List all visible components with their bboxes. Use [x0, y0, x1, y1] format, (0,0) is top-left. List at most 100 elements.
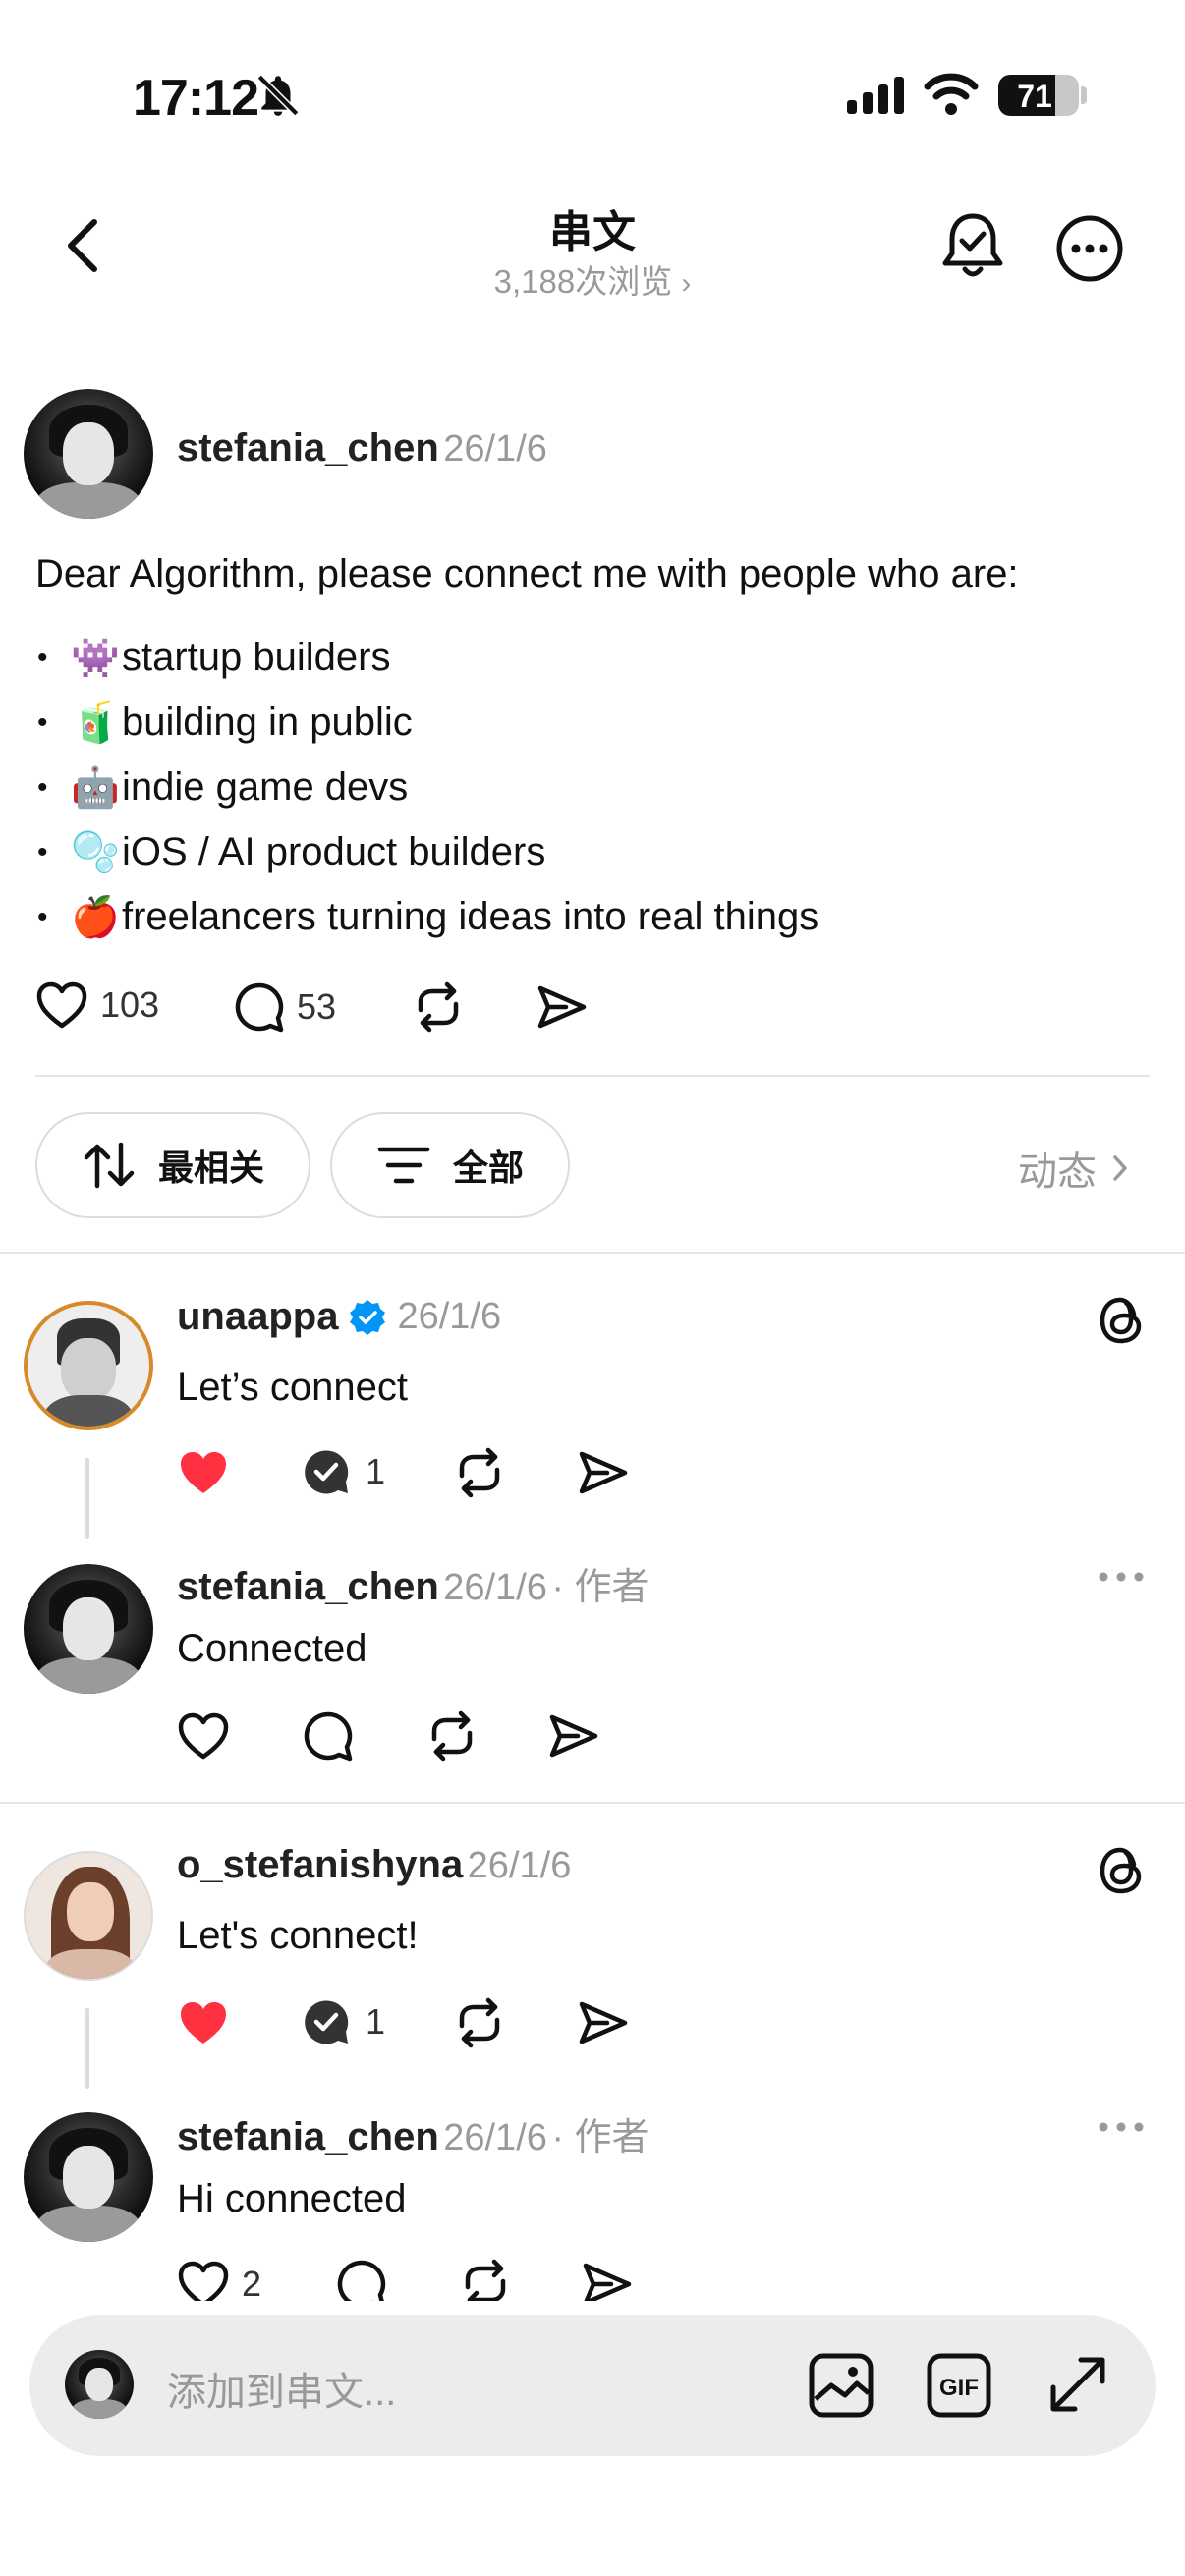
more-dots-icon[interactable]: [1097, 1566, 1146, 1588]
threads-icon[interactable]: [1097, 1843, 1148, 1898]
author-reply-check-icon: [305, 1450, 349, 1494]
filter-icon: [377, 1147, 430, 1184]
composer-avatar: [65, 2350, 134, 2419]
signal-icon: [847, 77, 908, 116]
filter-button[interactable]: 全部: [330, 1112, 570, 1218]
sort-label: 最相关: [157, 1148, 264, 1188]
filter-label: 全部: [452, 1148, 524, 1188]
threads-icon[interactable]: [1097, 1293, 1148, 1348]
chevron-right-icon: ›: [681, 267, 692, 300]
sort-button[interactable]: 最相关: [35, 1112, 310, 1218]
alien-monster-emoji: 👾: [71, 637, 120, 680]
list-item-text: startup builders: [122, 636, 391, 679]
more-icon[interactable]: [1055, 214, 1124, 283]
like-button[interactable]: 103: [35, 980, 159, 1030]
repost-icon[interactable]: [452, 1996, 507, 2049]
apple-emoji: 🍎: [71, 896, 120, 939]
like-count: 103: [100, 984, 160, 1025]
reply-author[interactable]: o_stefanishyna: [177, 1843, 463, 1886]
list-item: • 🤖 indie game devs: [37, 765, 409, 810]
repost-icon[interactable]: [452, 1446, 507, 1499]
author-reply-check-icon: [305, 2000, 349, 2044]
image-icon[interactable]: [808, 2352, 875, 2419]
reply-count: 1: [366, 2001, 386, 2042]
reply-author[interactable]: stefania_chen: [177, 2115, 439, 2158]
gif-icon[interactable]: GIF: [926, 2352, 992, 2419]
reply-author[interactable]: unaappa: [177, 1295, 338, 1339]
comment-icon: [235, 982, 284, 1033]
divider: [35, 1075, 1150, 1077]
share-icon[interactable]: [548, 1711, 599, 1761]
composer-placeholder[interactable]: 添加到串文...: [167, 2360, 396, 2417]
reply-header: unaappa 26/1/6: [177, 1295, 501, 1339]
thread-line: [85, 2008, 89, 2089]
activity-link[interactable]: 动态: [1018, 1140, 1130, 1197]
list-item: • 🧃 building in public: [37, 700, 413, 745]
like-count: 2: [242, 2264, 262, 2304]
reply-text: Hi connected: [177, 2177, 407, 2220]
battery-indicator: 71: [998, 75, 1079, 116]
reply-avatar[interactable]: [24, 1301, 153, 1430]
post-date: 26/1/6: [443, 428, 547, 470]
author-reply-button[interactable]: 1: [301, 1996, 385, 2047]
list-item: • 🫧 iOS / AI product builders: [37, 830, 546, 874]
view-count-link[interactable]: 3,188次浏览 ›: [0, 255, 1185, 303]
reply-text: Let’s connect: [177, 1366, 408, 1409]
activity-label: 动态: [1018, 1150, 1097, 1194]
liked-heart-icon[interactable]: [177, 1998, 230, 2047]
reply-date: 26/1/6: [443, 1567, 547, 1608]
bubbles-emoji: 🫧: [71, 831, 120, 874]
reply-date: 26/1/6: [443, 2117, 547, 2158]
author-reply-button[interactable]: 1: [301, 1446, 385, 1497]
comment-count: 53: [297, 986, 337, 1027]
post-text: Dear Algorithm, please connect me with p…: [35, 552, 1019, 595]
reply-header: stefania_chen 26/1/6 · 作者: [177, 2106, 649, 2160]
page-title: 串文: [549, 208, 636, 256]
more-dots-icon[interactable]: [1097, 2116, 1146, 2138]
author-avatar[interactable]: [24, 389, 153, 519]
share-icon[interactable]: [536, 982, 588, 1032]
notification-bell-icon[interactable]: [939, 210, 1006, 281]
reply-date: 26/1/6: [397, 1296, 502, 1337]
share-icon[interactable]: [578, 1448, 629, 1497]
list-item-text: indie game devs: [122, 765, 409, 809]
expand-icon[interactable]: [1045, 2352, 1110, 2417]
divider: [0, 1252, 1185, 1254]
battery-cap: [1081, 86, 1087, 104]
juice-box-emoji: 🧃: [71, 701, 120, 745]
author-tag: · 作者: [551, 1567, 649, 1608]
reply-avatar[interactable]: [24, 1851, 153, 1981]
share-icon[interactable]: [578, 1998, 629, 2047]
svg-text:GIF: GIF: [939, 2375, 979, 2401]
repost-icon[interactable]: [424, 1709, 480, 1763]
reply-count: 1: [366, 1451, 386, 1491]
reply-header: stefania_chen 26/1/6 · 作者: [177, 1556, 649, 1610]
divider: [0, 1802, 1185, 1804]
list-item-text: freelancers turning ideas into real thin…: [122, 895, 819, 938]
reply-text: Connected: [177, 1627, 367, 1670]
list-item: • 👾 startup builders: [37, 636, 391, 680]
sort-icon: [84, 1142, 135, 1189]
comment-icon[interactable]: [301, 1709, 354, 1763]
post-header: stefania_chen 26/1/6: [177, 426, 547, 471]
robot-emoji: 🤖: [71, 766, 120, 810]
heart-icon[interactable]: [177, 1711, 230, 1761]
reply-author[interactable]: stefania_chen: [177, 1565, 439, 1608]
heart-icon: [36, 981, 87, 1029]
reply-text: Let's connect!: [177, 1914, 419, 1957]
list-item-text: building in public: [122, 700, 413, 744]
liked-heart-icon[interactable]: [177, 1448, 230, 1497]
bell-slash-icon: [254, 71, 303, 120]
list-item-text: iOS / AI product builders: [122, 830, 546, 873]
author-tag: · 作者: [551, 2117, 649, 2158]
reply-avatar[interactable]: [24, 2112, 153, 2242]
comment-button[interactable]: 53: [232, 980, 336, 1034]
wifi-icon: [924, 73, 979, 116]
list-item: • 🍎 freelancers turning ideas into real th…: [37, 895, 819, 939]
post-author[interactable]: stefania_chen: [177, 426, 439, 470]
thread-line: [85, 1458, 89, 1539]
reply-avatar[interactable]: [24, 1564, 153, 1694]
repost-icon[interactable]: [411, 980, 466, 1034]
reply-date: 26/1/6: [467, 1845, 572, 1886]
status-time: 17:12: [133, 70, 259, 127]
